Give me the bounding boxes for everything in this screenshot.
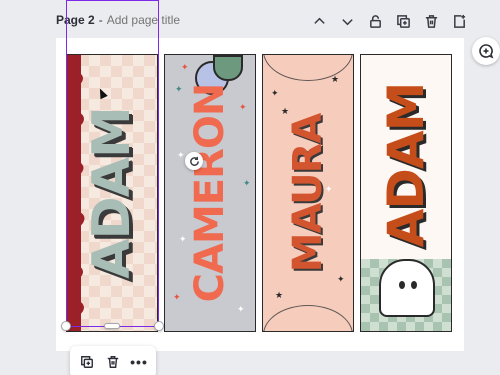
design-canvas[interactable]: ADAM ✦ ✦ ✦ ✦ ✦ ✦ ✦ ✦ CAMERON ✦ ★ ★ ✦ ★ ✦… — [56, 38, 464, 351]
page-header: Page 2 - — [56, 13, 197, 27]
duplicate-page-button[interactable] — [390, 10, 416, 32]
chevron-down-icon — [341, 18, 353, 25]
chevron-up-icon — [313, 17, 325, 24]
bookmark-name: MAURA — [285, 113, 331, 273]
ghost-illustration — [379, 259, 435, 317]
delete-page-icon — [425, 14, 437, 28]
bookmark-name: CAMERON — [187, 83, 233, 303]
star-icon: ✦ — [239, 102, 247, 112]
spider-web-decoration — [263, 55, 353, 81]
bookmark-name: ADAM — [82, 107, 142, 279]
spider-web-decoration — [263, 305, 353, 331]
bookmark-adam-drip[interactable]: ADAM — [66, 54, 158, 332]
star-icon: ✦ — [243, 178, 251, 188]
move-page-down-button[interactable] — [334, 10, 360, 32]
page-number-label: Page 2 — [56, 13, 95, 27]
star-icon: ✦ — [179, 234, 187, 244]
resize-handle-bottom-left[interactable] — [61, 321, 71, 331]
trash-icon — [107, 356, 119, 368]
star-icon: ✦ — [337, 274, 345, 284]
page-title-separator: - — [98, 13, 103, 27]
star-icon: ✦ — [177, 150, 185, 160]
star-icon: ✦ — [173, 292, 181, 302]
delete-page-button[interactable] — [418, 10, 444, 32]
duplicate-element-button[interactable] — [76, 351, 98, 373]
bookmark-cameron[interactable]: ✦ ✦ ✦ ✦ ✦ ✦ ✦ ✦ CAMERON — [164, 54, 256, 332]
lock-page-button[interactable] — [362, 10, 388, 32]
add-page-button[interactable] — [446, 10, 472, 32]
resize-handle-bottom[interactable] — [104, 323, 120, 329]
resize-handle-bottom-right[interactable] — [154, 321, 164, 331]
more-options-button[interactable]: ••• — [128, 351, 150, 373]
add-comment-button[interactable] — [472, 37, 500, 65]
star-icon: ✦ — [175, 84, 183, 94]
page-toolbar — [306, 10, 472, 32]
comment-add-icon — [479, 44, 494, 59]
bookmark-adam-ghost[interactable]: ADAM — [360, 54, 452, 332]
star-icon: ✦ — [237, 304, 245, 314]
bookmark-maura[interactable]: ✦ ★ ★ ✦ ★ ✦ MAURA — [262, 54, 354, 332]
rotate-handle[interactable] — [185, 152, 203, 170]
star-icon: ✦ — [271, 88, 279, 98]
lock-icon — [369, 14, 381, 28]
move-page-up-button[interactable] — [306, 10, 332, 32]
bookmark-name: ADAM — [377, 83, 435, 248]
star-icon: ★ — [275, 290, 284, 300]
duplicate-icon — [81, 356, 93, 368]
rotate-icon — [189, 156, 199, 166]
element-toolbar: ••• — [70, 346, 156, 375]
duplicate-page-icon — [396, 14, 410, 28]
star-icon: ★ — [331, 74, 340, 84]
add-page-icon — [453, 14, 465, 28]
star-icon: ✦ — [181, 62, 189, 72]
page-title-input[interactable] — [106, 13, 197, 27]
delete-element-button[interactable] — [102, 351, 124, 373]
witch-hand-illustration — [213, 55, 243, 81]
